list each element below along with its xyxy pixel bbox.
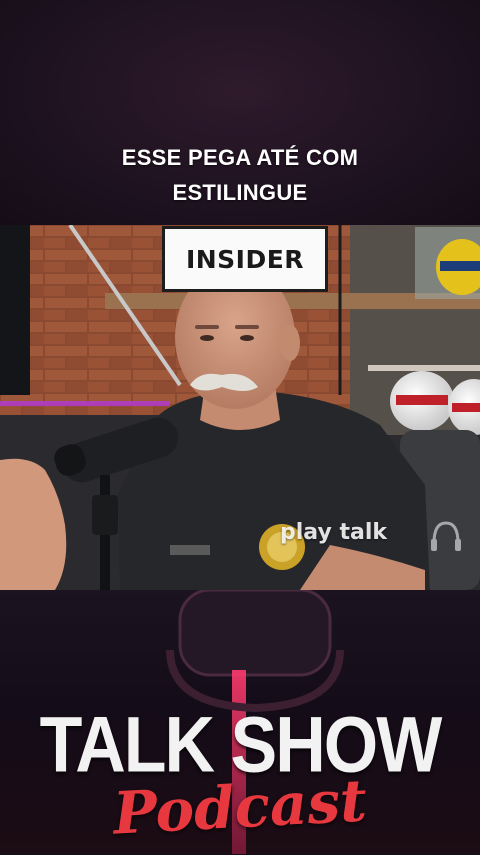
caption-line-2: ESTILINGUE xyxy=(172,180,308,205)
shirt-tag xyxy=(170,545,210,555)
insider-sign: INSIDER xyxy=(162,226,328,292)
microphone-icon xyxy=(178,590,332,677)
neon-strip xyxy=(0,401,170,406)
monitor-edge xyxy=(0,225,30,395)
video-caption: ESSE PEGA ATÉ COM ESTILINGUE xyxy=(40,140,440,210)
play-talk-watermark: play talk xyxy=(280,520,387,545)
glass-shelf xyxy=(368,365,480,371)
caption-line-1: ESSE PEGA ATÉ COM xyxy=(121,145,359,170)
